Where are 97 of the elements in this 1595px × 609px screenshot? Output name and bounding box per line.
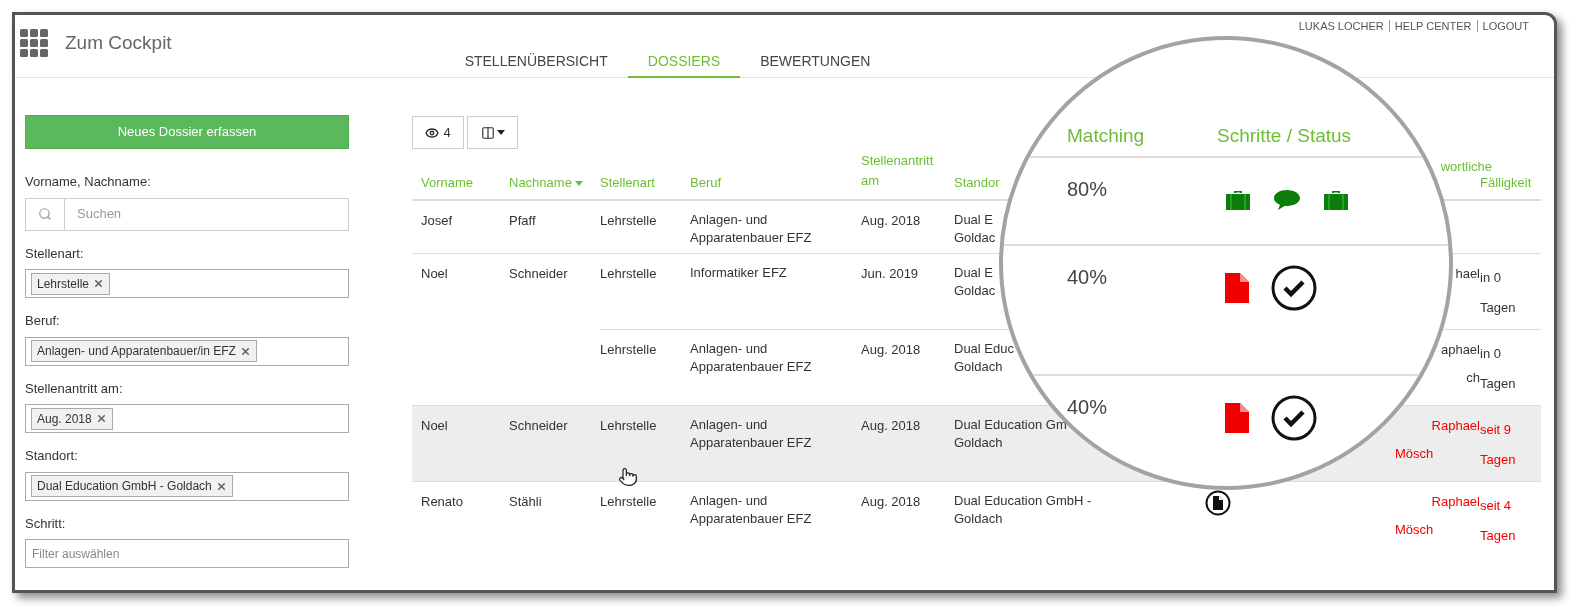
start-date-text: Jun. 2019 [861,266,919,281]
filter-label: Stellenantritt am: [25,379,124,398]
filter-label: Standort: [25,447,79,465]
user-link[interactable]: LOGOUT [1477,20,1534,32]
tag-input-field[interactable]: Dual Education GmbH - Goldach [25,471,349,501]
location-text: Goldach [954,434,1003,452]
start-date-text: Aug. 2018 [861,418,921,433]
tag-input-field[interactable]: Aug. 2018 [25,404,349,433]
tag-input-field[interactable]: Anlagen- und Apparatenbauer/in EFZ [25,336,349,366]
cockpit-link[interactable]: Zum Cockpit [65,29,172,58]
nav-tab[interactable]: BEWERTUNGEN [740,46,891,78]
first-name-text: Renato [421,494,463,509]
nav-tab[interactable]: STELLENÜBERSICHT [444,46,628,78]
caret-icon [496,130,505,135]
remove-icon[interactable] [93,278,105,289]
filter-label: Vorname, Nachname: [25,173,152,191]
due-text: Tagen [1480,451,1516,469]
matching-percent: 40% [1067,265,1109,286]
remove-icon[interactable] [215,480,227,492]
position-type-text: Lehrstelle [600,494,657,509]
profession-text: Apparatenbauer EFZ [690,510,812,528]
due-text: in 0 [1480,269,1501,287]
remove-icon[interactable] [95,413,107,424]
search-field[interactable]: Suchen [25,197,349,231]
filter-select-field[interactable]: Filter auswählen [25,539,349,568]
due-text: seit 4 [1480,498,1512,515]
filter-tag[interactable]: Anlagen- und Apparatenbauer/in EFZ [31,340,257,362]
speech-bubble-icon [1273,189,1301,211]
position-type-text: Lehrstelle [600,213,657,228]
location-text: Goldac [954,282,996,300]
responsible-person-text: Raphael [1431,493,1480,509]
start-date-text: Aug. 2018 [861,213,921,228]
position-type-text: Lehrstelle [600,342,657,357]
first-name-text: Noel [421,266,448,281]
location-text: Dual Educ [954,340,1014,358]
responsible-person-text: Mösch [1395,445,1434,463]
last-name-text: Schneider [509,266,568,281]
location-text: Dual Education GmbH - [954,492,1092,510]
profession-text: Informatiker EFZ [690,264,787,282]
document-icon [1225,273,1249,303]
filter-tag[interactable]: Dual Education GmbH - Goldach [31,475,233,497]
location-text: Goldach [954,510,1003,528]
location-text: Dual E [954,211,994,229]
profession-text: Apparatenbauer EFZ [690,358,812,376]
search-input[interactable]: Suchen [65,198,348,230]
responsible-person-text: ch [1466,369,1480,385]
location-text: Goldach [954,358,1003,376]
due-text: Tagen [1480,299,1516,317]
last-name-text: Stähli [509,494,542,509]
profession-text: Apparatenbauer EFZ [690,434,812,452]
location-text: Dual Education Gm [954,416,1067,434]
user-link[interactable]: LUKAS LOCHER [1293,20,1390,32]
visible-count-button[interactable]: 4 [412,116,464,149]
responsible-person-text: aphael [1440,341,1480,359]
briefcase-icon [1323,189,1349,211]
profession-text: Anlagen- und [690,340,768,358]
location-text: Dual E [954,264,994,282]
due-text: Tagen [1480,527,1516,545]
start-date-text: Aug. 2018 [861,342,921,357]
responsible-person-text: hael [1455,265,1480,283]
first-name-text: Noel [421,418,448,433]
profession-text: Anlagen- und [690,211,768,229]
user-link[interactable]: HELP CENTER [1389,20,1478,32]
tag-input-field[interactable]: Lehrstelle [25,269,349,298]
position-type-text: Lehrstelle [600,418,657,433]
profession-text: Anlagen- und [690,492,768,510]
columns-icon [480,125,495,140]
filter-tag[interactable]: Lehrstelle [31,272,111,295]
due-text: Tagen [1480,376,1516,393]
filter-label: Stellenart: [25,244,85,263]
responsible-person-text: Raphael [1431,417,1480,433]
profession-text: Anlagen- und [690,416,768,434]
responsible-person-text: Mösch [1395,521,1434,539]
remove-icon[interactable] [239,345,251,357]
filter-tag[interactable]: Aug. 2018 [31,407,113,430]
document-circle-icon [1205,490,1231,516]
last-name-text: Schneider [509,418,568,433]
matching-percent: 80% [1067,177,1109,198]
check-circle-icon [1271,395,1317,441]
filter-label: Schritt: [25,514,67,533]
profession-text: Apparatenbauer EFZ [690,229,812,247]
search-icon [38,207,52,221]
hand-cursor-icon [618,467,638,487]
start-date-text: Aug. 2018 [861,494,921,509]
due-text: in 0 [1480,345,1501,363]
eye-icon [425,125,440,140]
filter-label: Beruf: [25,312,61,330]
due-text: seit 9 [1480,422,1512,439]
first-name-text: Josef [421,213,453,228]
position-type-text: Lehrstelle [600,266,657,281]
briefcase-icon [1225,189,1251,211]
last-name-text: Pfaff [509,213,536,228]
app-grid-icon[interactable] [20,29,48,58]
columns-button[interactable] [467,116,518,149]
check-circle-icon [1271,265,1317,311]
document-icon [1225,403,1249,433]
location-text: Goldac [954,229,996,247]
